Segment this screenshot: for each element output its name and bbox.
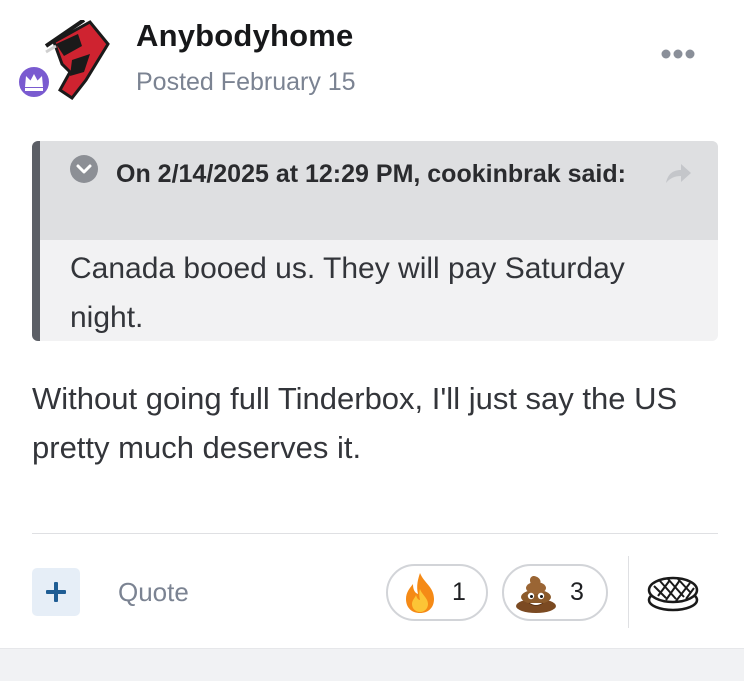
reaction-fire[interactable]: 1 [386,564,488,621]
reaction-poop[interactable]: 3 [502,564,608,621]
footer-separator [628,556,629,628]
posted-label: Posted [136,68,214,96]
add-button[interactable] [32,568,80,616]
fire-icon [406,573,434,613]
share-arrow-icon[interactable] [664,161,692,185]
poop-icon [516,576,556,613]
quote-block: On 2/14/2025 at 12:29 PM, cookinbrak sai… [32,141,718,341]
more-dots-icon[interactable] [660,44,696,64]
post-content: Without going full Tinderbox, I'll just … [32,381,678,465]
avatar[interactable] [16,18,112,101]
crown-badge-icon [17,65,51,99]
pie-icon[interactable] [646,570,700,614]
quote-citation[interactable]: On 2/14/2025 at 12:29 PM, cookinbrak sai… [70,153,648,195]
quote-button[interactable]: Quote [118,577,189,608]
post-meta: Posted February 15 [136,68,356,97]
author-name[interactable]: Anybodyhome [136,18,354,54]
quote-text: Canada booed us. They will pay Saturday … [70,252,625,334]
chevron-down-circle-icon[interactable] [70,155,98,183]
plus-icon [46,582,66,602]
reaction-count: 1 [452,578,466,606]
forum-post: Anybodyhome Posted February 15 On 2/14/2… [0,0,744,648]
footer-divider [32,533,718,534]
reaction-count: 3 [570,578,584,606]
next-post-edge [0,648,744,681]
post-date[interactable]: February 15 [221,68,356,96]
quote-header: On 2/14/2025 at 12:29 PM, cookinbrak sai… [40,141,718,240]
